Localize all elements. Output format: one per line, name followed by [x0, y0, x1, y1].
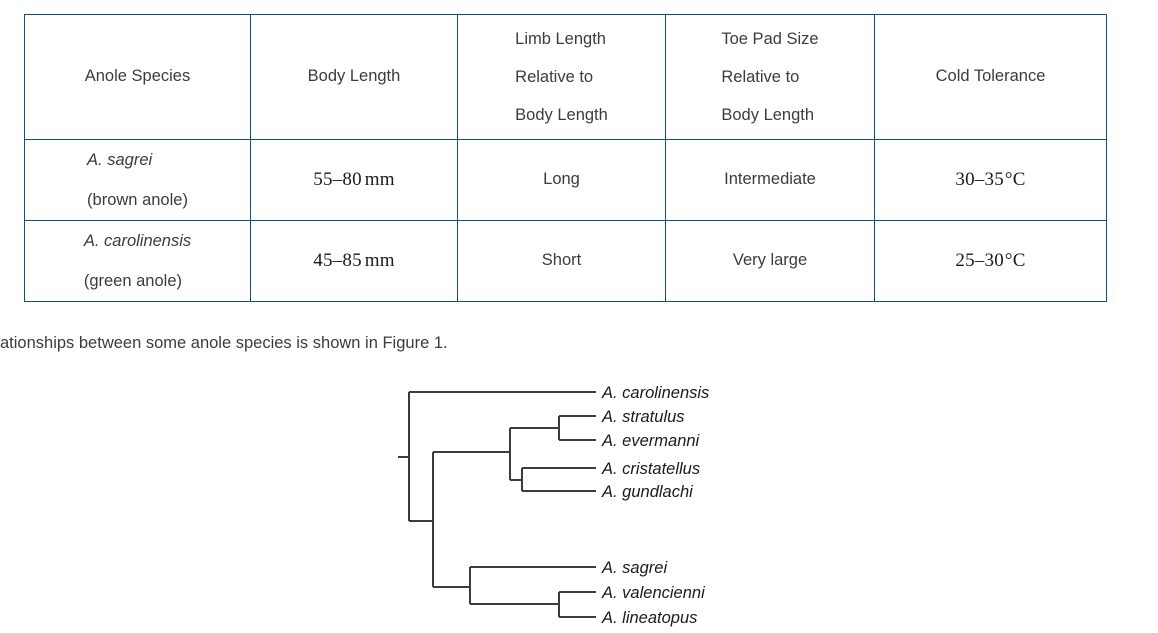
tree-branch-lines: [398, 391, 596, 618]
species-common-name: (brown anole): [87, 191, 188, 209]
tip-label-lineatopus: A. lineatopus: [601, 609, 697, 627]
column-header-body-length-label: Body Length: [307, 67, 401, 86]
table-header-row: Anole Species Body Length Limb Length Re…: [24, 14, 1107, 140]
anole-comparison-table: Anole Species Body Length Limb Length Re…: [24, 14, 1107, 302]
column-header-cold-tolerance: Cold Tolerance: [874, 14, 1107, 140]
cold-tolerance-value-group: 30–35°C: [955, 169, 1025, 190]
cell-toe-pad-size: Very large: [665, 220, 875, 302]
cell-toe-pad-size: Intermediate: [665, 139, 875, 221]
species-name-block: A. carolinensis (green anole): [84, 221, 191, 301]
column-header-body-length: Body Length: [250, 14, 458, 140]
species-name-block: A. sagrei (brown anole): [87, 140, 188, 220]
tip-label-stratulus: A. stratulus: [601, 408, 685, 426]
limb-length-value: Short: [541, 251, 582, 270]
column-header-toe-pad-size-line1: Toe Pad Size: [721, 30, 819, 48]
column-header-limb-length-line2: Relative to: [515, 68, 594, 86]
cell-body-length: 45–85 mm: [250, 220, 458, 302]
table-row: A. sagrei (brown anole) 55–80 mm Long Int…: [24, 139, 1107, 221]
tree-tip-labels: A. carolinensis A. stratulus A. evermann…: [601, 384, 709, 627]
column-header-anole-species: Anole Species: [24, 14, 251, 140]
column-header-limb-length-line1: Limb Length: [515, 30, 606, 48]
toe-pad-size-block: Intermediate: [724, 170, 816, 190]
tip-label-valencienni: A. valencienni: [601, 584, 706, 602]
limb-length-block: Long: [543, 170, 580, 190]
tip-label-evermanni: A. evermanni: [601, 432, 701, 450]
cold-tolerance-unit: °C: [1004, 169, 1026, 190]
cell-limb-length: Long: [457, 139, 666, 221]
toe-pad-size-block: Very large: [733, 251, 807, 271]
column-header-toe-pad-size: Toe Pad Size Relative to Body Length: [665, 14, 875, 140]
tip-label-cristatellus: A. cristatellus: [601, 460, 700, 478]
body-length-value: 55–80: [313, 169, 362, 190]
body-length-value: 45–85: [313, 250, 362, 271]
cold-tolerance-value: 25–30: [955, 250, 1004, 271]
body-length-value-group: 55–80 mm: [313, 169, 394, 190]
column-header-anole-species-label: Anole Species: [84, 67, 191, 86]
cell-limb-length: Short: [457, 220, 666, 302]
column-header-limb-length-line3: Body Length: [515, 106, 608, 124]
figure-reference-paragraph: ationships between some anole species is…: [0, 334, 448, 352]
cold-tolerance-value-group: 25–30°C: [955, 250, 1025, 271]
column-header-toe-pad-size-line2: Relative to: [721, 68, 800, 86]
species-common-name: (green anole): [83, 272, 182, 290]
cold-tolerance-unit: °C: [1004, 250, 1026, 271]
cell-cold-tolerance: 30–35°C: [874, 139, 1107, 221]
toe-pad-size-value: Intermediate: [724, 170, 816, 189]
table-row: A. carolinensis (green anole) 45–85 mm Sh…: [24, 220, 1107, 302]
column-header-toe-pad-size-block: Toe Pad Size Relative to Body Length: [721, 20, 818, 134]
cell-body-length: 55–80 mm: [250, 139, 458, 221]
tip-label-gundlachi: A. gundlachi: [601, 483, 694, 501]
anole-comparison-table-container: Anole Species Body Length Limb Length Re…: [24, 14, 1107, 302]
body-length-value-group: 45–85 mm: [313, 250, 394, 271]
cell-cold-tolerance: 25–30°C: [874, 220, 1107, 302]
body-length-unit: mm: [364, 169, 395, 190]
species-latin-name: A. sagrei: [87, 151, 153, 169]
column-header-limb-length-block: Limb Length Relative to Body Length: [515, 20, 608, 134]
cell-species-name: A. sagrei (brown anole): [24, 139, 251, 221]
cold-tolerance-value: 30–35: [955, 169, 1004, 190]
column-header-limb-length: Limb Length Relative to Body Length: [457, 14, 666, 140]
tip-label-carolinensis: A. carolinensis: [601, 384, 709, 402]
species-latin-name: A. carolinensis: [83, 232, 192, 250]
column-header-cold-tolerance-label: Cold Tolerance: [935, 67, 1046, 86]
limb-length-block: Short: [542, 251, 581, 271]
tip-label-sagrei: A. sagrei: [601, 559, 668, 577]
cell-species-name: A. carolinensis (green anole): [24, 220, 251, 302]
toe-pad-size-value: Very large: [732, 251, 808, 270]
limb-length-value: Long: [543, 170, 580, 189]
body-length-unit: mm: [364, 250, 395, 271]
column-header-toe-pad-size-line3: Body Length: [721, 106, 815, 124]
